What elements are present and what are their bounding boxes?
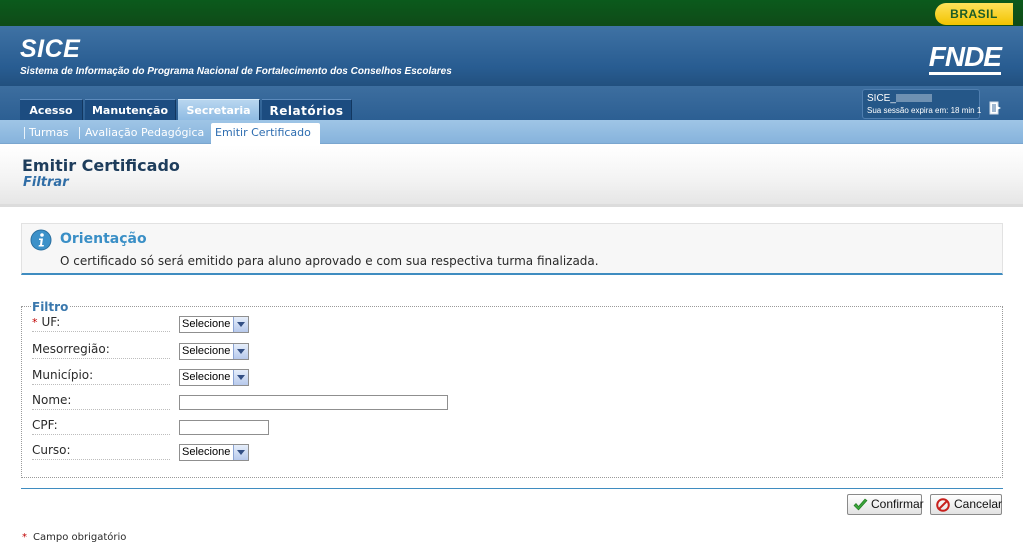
curso-select[interactable]: Selecione [179, 444, 249, 461]
subnav-item-turmas[interactable]: Turmas [25, 123, 73, 144]
mesorregiao-label: Mesorregião: [32, 342, 170, 359]
chevron-down-icon[interactable] [233, 370, 248, 385]
cancel-button-label: Cancelar [954, 497, 1003, 511]
required-field-note: * Campo obrigatório [22, 531, 126, 544]
required-star: * [22, 532, 27, 543]
nome-input[interactable] [179, 395, 448, 410]
cancel-button[interactable]: Cancelar [930, 494, 1002, 515]
tab-acesso[interactable]: Acesso [20, 99, 83, 120]
tab-relatorios[interactable]: Relatórios [262, 99, 352, 120]
session-user: SICE_ [867, 93, 975, 105]
uf-label-text: UF: [41, 315, 61, 329]
government-bar: BRASIL [0, 0, 1023, 26]
chevron-down-icon[interactable] [233, 317, 248, 332]
session-user-mask [895, 94, 932, 103]
filter-fieldset: Filtro * UF: Selecione Mesorregião: Selec… [21, 300, 1003, 478]
app-name: SICE [20, 35, 81, 63]
municipio-label: Município: [32, 368, 170, 385]
curso-label: Curso: [32, 443, 170, 460]
nome-label: Nome: [32, 393, 170, 410]
subnav-item-avaliacao[interactable]: Avaliação Pedagógica [81, 123, 208, 144]
orientation-box: Orientação O certificado só será emitido… [21, 223, 1003, 275]
curso-select-value: Selecione [182, 446, 231, 458]
checkmark-icon [853, 498, 868, 511]
required-note-text: Campo obrigatório [33, 532, 127, 543]
subnav-item-emitir-certificado[interactable]: Emitir Certificado [211, 123, 320, 144]
cancel-icon [936, 498, 950, 512]
uf-select-value: Selecione [182, 318, 231, 330]
mesorregiao-select-value: Selecione [182, 345, 231, 357]
chevron-down-icon[interactable] [233, 445, 248, 460]
municipio-select[interactable]: Selecione [179, 369, 249, 386]
page-title: Emitir Certificado [22, 156, 180, 175]
page-header: Emitir Certificado Filtrar [0, 145, 1023, 207]
required-star: * [32, 316, 38, 329]
confirm-button[interactable]: Confirmar [847, 494, 924, 515]
sub-nav: Turmas Avaliação Pedagógica Emitir Certi… [0, 120, 1023, 144]
session-expire: Sua sessão expira em: 18 min 1 [867, 106, 982, 115]
municipio-select-value: Selecione [182, 371, 231, 383]
orientation-title: Orientação [60, 231, 147, 247]
cpf-label: CPF: [32, 418, 170, 435]
subnav-separator [79, 127, 80, 139]
session-info: SICE_ Sua sessão expira em: 18 min 1 [862, 89, 982, 119]
mesorregiao-select[interactable]: Selecione [179, 343, 249, 360]
filter-legend: Filtro [31, 300, 70, 314]
cpf-input[interactable] [179, 420, 269, 435]
app-subtitle: Sistema de Informação do Programa Nacion… [20, 66, 452, 77]
app-header: SICE Sistema de Informação do Programa N… [0, 26, 1023, 86]
brasil-badge[interactable]: BRASIL [935, 3, 1013, 25]
chevron-down-icon[interactable] [233, 344, 248, 359]
page-root: BRASIL SICE Sistema de Informação do Pro… [0, 0, 1023, 552]
tab-manutencao[interactable]: Manutenção [85, 99, 176, 120]
logout-icon[interactable] [989, 101, 1003, 115]
fnde-logo: FNDE [928, 42, 1002, 75]
page-subtitle: Filtrar [23, 175, 69, 190]
uf-select[interactable]: Selecione [179, 316, 249, 333]
orientation-text: O certificado só será emitido para aluno… [60, 254, 599, 268]
uf-label: * UF: [32, 315, 170, 332]
main-nav: Acesso Manutenção Secretaria Relatórios … [0, 86, 1023, 120]
tab-secretaria[interactable]: Secretaria [178, 99, 260, 120]
action-divider [21, 488, 1003, 489]
session-user-prefix: SICE_ [867, 93, 896, 104]
info-icon [30, 229, 52, 251]
confirm-button-label: Confirmar [871, 497, 924, 511]
